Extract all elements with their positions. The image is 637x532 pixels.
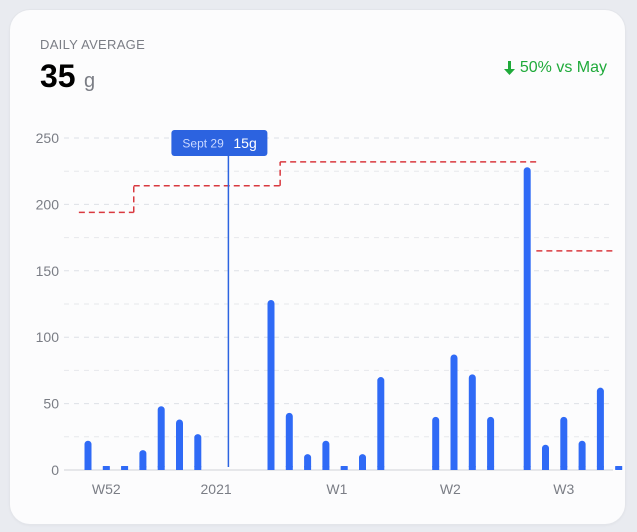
y-tick-label: 100 [36, 329, 60, 345]
y-tick-label: 50 [43, 396, 59, 412]
bar-base [377, 466, 385, 470]
x-tick-label: W52 [92, 481, 121, 497]
bar [578, 440, 586, 470]
bar [377, 377, 385, 470]
bar-base [322, 466, 330, 470]
bar-base [523, 466, 531, 470]
tooltip-date: Sept 29 [182, 137, 224, 151]
bar-base [121, 466, 129, 470]
x-tick-label: W2 [440, 481, 461, 497]
bar [267, 300, 275, 470]
bar-base [596, 466, 604, 470]
tooltip-value: 15g [233, 135, 256, 151]
bar [157, 406, 165, 470]
x-tick-label: 2021 [201, 481, 232, 497]
bar [176, 419, 183, 470]
bar-base [560, 466, 568, 470]
bar [84, 440, 92, 470]
bar-base [340, 466, 348, 470]
bar [468, 374, 476, 470]
bar-base [578, 466, 586, 470]
bar-base [468, 466, 476, 470]
bar-base [139, 466, 147, 470]
bar [596, 387, 604, 470]
y-tick-label: 150 [36, 263, 60, 279]
bar [523, 167, 531, 470]
bar-base [102, 466, 110, 470]
bar-base [194, 466, 202, 470]
bar [194, 434, 202, 470]
y-tick-label: 250 [36, 130, 60, 146]
bar-base [487, 466, 495, 470]
bar-base [542, 466, 549, 470]
daily-average-card: DAILY AVERAGE 35 g 50% vs May 0 50 100 150 2… [10, 10, 625, 524]
bar-base [450, 466, 458, 470]
bar-base [615, 466, 623, 470]
bar-base [432, 466, 440, 470]
bar [432, 416, 440, 470]
y-tick-label: 200 [36, 196, 60, 212]
x-tick-label: W3 [553, 481, 574, 497]
bar [450, 354, 458, 470]
bar-base [359, 466, 366, 470]
y-tick-label: 0 [51, 462, 59, 478]
bar [560, 416, 568, 470]
bar-base [285, 466, 293, 470]
bar [487, 416, 495, 470]
bars [84, 167, 623, 470]
bar-base [84, 466, 92, 470]
bar [285, 412, 293, 470]
x-tick-label: W1 [326, 481, 347, 497]
bar-base [267, 466, 275, 470]
bar-base [157, 466, 165, 470]
daily-bar-chart[interactable]: 0 50 100 150 200 250 W52 2021 W1 W2 W3 Sept 29 15g [10, 10, 625, 524]
bar-base [304, 466, 312, 470]
bar-base [176, 466, 183, 470]
bar [322, 440, 330, 470]
